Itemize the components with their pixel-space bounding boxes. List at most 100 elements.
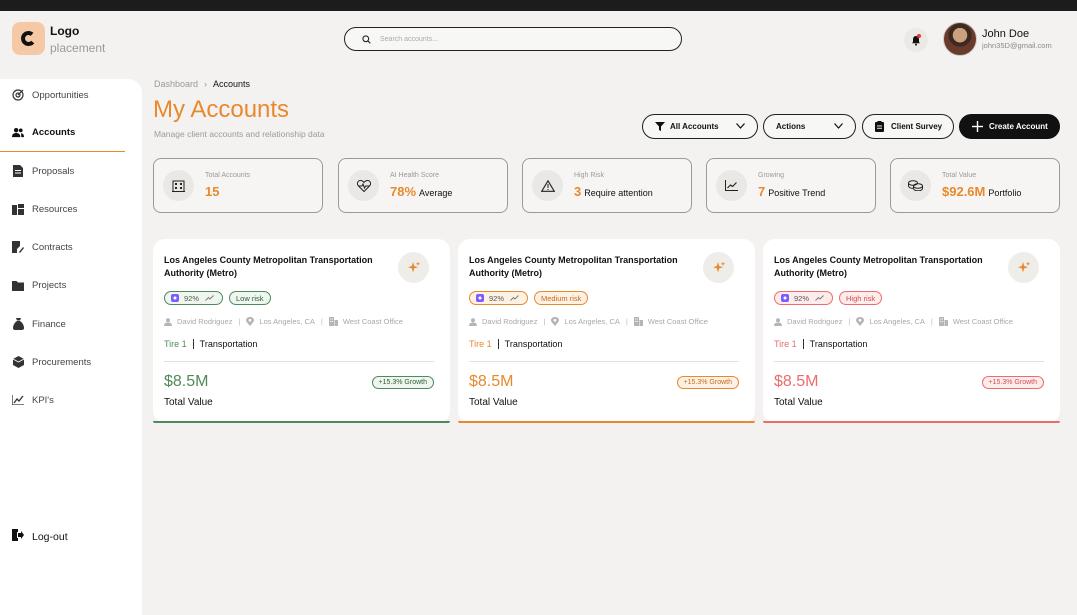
growth-badge: +15.3% Growth: [676, 376, 739, 389]
location-pin-icon: [246, 317, 255, 326]
stat-card-ai-health: AI Health Score 78% Average: [338, 158, 508, 213]
location-pin-icon: [856, 317, 865, 326]
building-icon: [163, 170, 194, 201]
box-icon: [12, 356, 24, 368]
sidebar-item-label: KPI's: [32, 394, 54, 406]
stat-value: 78% Average: [390, 184, 453, 199]
location-pin-icon: [551, 317, 560, 326]
logout-icon: [12, 529, 24, 544]
risk-label: Low risk: [236, 293, 264, 303]
resources-icon: [12, 203, 24, 215]
person-icon: [469, 317, 477, 326]
stat-card-total-value: Total Value $92.6M Portfolio: [890, 158, 1060, 213]
account-card[interactable]: Los Angeles County Metropolitan Transpor…: [458, 239, 755, 423]
total-value-label: Total Value: [774, 397, 823, 408]
growth-badge: +15.3% Growth: [371, 376, 434, 389]
risk-badge: Low risk: [229, 291, 271, 305]
sidebar-item-accounts[interactable]: Accounts: [0, 114, 125, 152]
risk-label: Medium risk: [541, 293, 582, 303]
office: West Coast Office: [647, 317, 708, 326]
filter-icon: [655, 122, 665, 131]
account-meta: David Rodriguez | Los Angeles, CA | West Coa…: [469, 317, 708, 326]
stat-label: Growing: [758, 172, 785, 179]
trend-up-icon: [815, 295, 824, 301]
account-card[interactable]: Los Angeles County Metropolitan Transpor…: [763, 239, 1060, 423]
account-card[interactable]: Los Angeles County Metropolitan Transpor…: [153, 239, 450, 423]
sidebar-item-label: Proposals: [32, 165, 75, 177]
sidebar-item-resources[interactable]: Resources: [0, 190, 125, 228]
logout-button[interactable]: Log-out: [12, 529, 68, 544]
account-amount: $8.5M: [469, 373, 514, 390]
logo-subtext: placement: [50, 41, 106, 55]
logo-text: Logo: [50, 24, 80, 38]
chart-icon: [12, 394, 24, 406]
stat-label: Total Value: [942, 172, 977, 179]
chevron-down-icon: [736, 123, 745, 129]
stat-card-total-accounts: Total Accounts 15: [153, 158, 323, 213]
account-title[interactable]: Los Angeles County Metropolitan Transpor…: [164, 254, 389, 280]
ai-sparkle-button[interactable]: [1008, 252, 1039, 283]
ai-chip-icon: [171, 294, 179, 302]
owner-name: David Rodriguez: [177, 317, 233, 326]
notification-dot: [917, 34, 921, 38]
ai-chip-icon: [476, 294, 484, 302]
stat-suffix: Average: [419, 188, 453, 198]
stat-value: 7 Positive Trend: [758, 184, 826, 199]
sidebar-item-kpis[interactable]: KPI's: [0, 381, 125, 419]
search-bar[interactable]: [344, 27, 682, 51]
ai-sparkle-button[interactable]: [703, 252, 734, 283]
risk-badge: High risk: [839, 291, 883, 305]
logo-mark: [12, 22, 45, 55]
sidebar-item-label: Contracts: [32, 241, 73, 253]
stat-label: High Risk: [574, 172, 604, 179]
user-name: John Doe: [982, 28, 1030, 40]
owner-name: David Rodriguez: [787, 317, 843, 326]
sidebar-item-finance[interactable]: Finance: [0, 305, 125, 343]
location: Los Angeles, CA: [564, 317, 620, 326]
stat-card-growing: Growing 7 Positive Trend: [706, 158, 876, 213]
office-icon: [938, 317, 948, 326]
sidebar-item-opportunities[interactable]: Opportunities: [0, 76, 125, 114]
account-filter-dropdown[interactable]: All Accounts: [642, 114, 758, 139]
sparkle-icon: [407, 261, 420, 272]
plus-icon: [972, 121, 983, 132]
actions-dropdown[interactable]: Actions: [763, 114, 856, 139]
sidebar-item-procurements[interactable]: Procurements: [0, 343, 125, 381]
client-survey-button[interactable]: Client Survey: [862, 114, 954, 139]
breadcrumb-dashboard[interactable]: Dashboard: [154, 79, 198, 89]
sidebar-item-proposals[interactable]: Proposals: [0, 152, 125, 190]
clipboard-icon: [875, 121, 884, 132]
account-title[interactable]: Los Angeles County Metropolitan Transpor…: [469, 254, 694, 280]
notifications-button[interactable]: [904, 28, 928, 52]
stat-value: $92.6M Portfolio: [942, 184, 1022, 199]
stat-label: AI Health Score: [390, 172, 440, 179]
location: Los Angeles, CA: [869, 317, 925, 326]
card-accent-line: [153, 421, 450, 423]
create-label: Create Account: [989, 122, 1048, 131]
sidebar-item-label: Accounts: [32, 127, 76, 138]
account-title[interactable]: Los Angeles County Metropolitan Transpor…: [774, 254, 999, 280]
survey-label: Client Survey: [891, 122, 943, 131]
warning-icon: [532, 170, 563, 201]
create-account-button[interactable]: Create Account: [959, 114, 1060, 139]
window-top-strip: [0, 0, 1077, 11]
office: West Coast Office: [952, 317, 1013, 326]
sidebar-item-label: Procurements: [32, 356, 92, 368]
heart-pulse-icon: [348, 170, 379, 201]
sidebar-item-projects[interactable]: Projects: [0, 266, 125, 304]
avatar[interactable]: [943, 22, 977, 56]
tier-label: Tire 1: [469, 339, 492, 349]
location: Los Angeles, CA: [259, 317, 315, 326]
contract-icon: [12, 241, 24, 253]
total-value-label: Total Value: [469, 397, 518, 408]
sidebar-item-contracts[interactable]: Contracts: [0, 228, 125, 266]
trend-up-icon: [510, 295, 519, 301]
sector-label: Transportation: [809, 339, 868, 349]
ai-sparkle-button[interactable]: [398, 252, 429, 283]
stat-suffix: Require attention: [584, 188, 653, 198]
stat-label: Total Accounts: [205, 172, 251, 179]
search-input[interactable]: [380, 35, 660, 43]
account-meta: David Rodriguez | Los Angeles, CA | West Coa…: [164, 317, 403, 326]
document-icon: [12, 165, 24, 177]
stat-value: 3 Require attention: [574, 184, 653, 199]
